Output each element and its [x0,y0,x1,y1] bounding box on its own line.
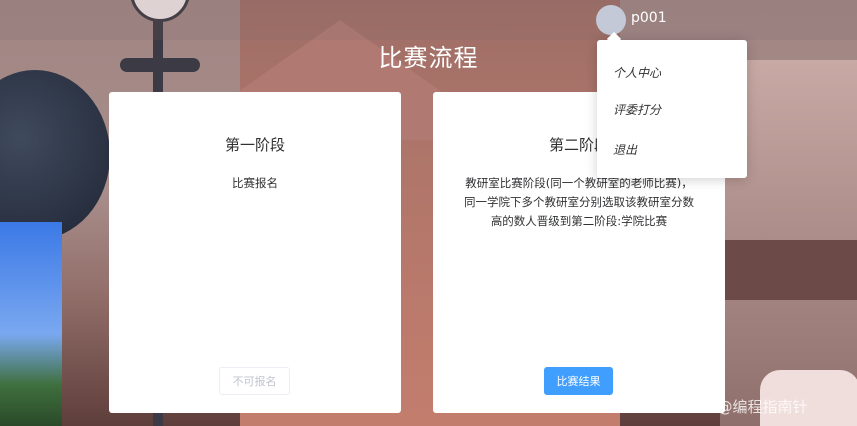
menu-item-profile[interactable]: 个人中心 [613,64,661,81]
menu-item-judge-score[interactable]: 评委打分 [613,101,661,118]
user-dropdown-menu: 个人中心 评委打分 退出 [597,31,747,178]
username[interactable]: p001 [631,10,667,26]
results-button[interactable]: 比赛结果 [544,367,613,395]
menu-item-logout[interactable]: 退出 [613,141,637,158]
stage-description: 教研室比赛阶段(同一个教研室的老师比赛)，同一学院下多个教研室分别选取该教研室分… [464,176,694,228]
stage-card-1: 第一阶段 比赛报名 不可报名 [109,92,401,413]
avatar[interactable] [596,5,626,35]
register-button[interactable]: 不可报名 [219,367,290,395]
stage-title: 第一阶段 [224,136,285,154]
stage-description: 比赛报名 [232,176,278,190]
campus-photo [0,222,62,426]
top-bar [0,0,857,40]
watermark: CSDN @编程指南针 [670,398,808,416]
